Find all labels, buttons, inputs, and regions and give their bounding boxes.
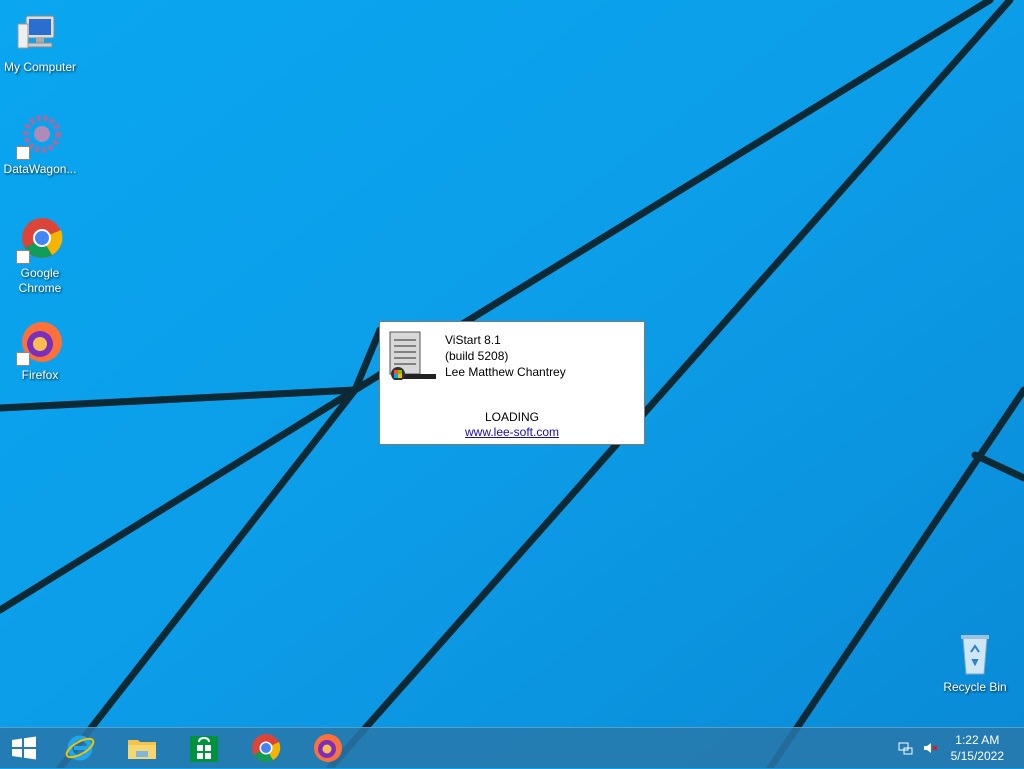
shortcut-arrow-icon — [16, 352, 30, 366]
desktop-icon-label-line2: Chrome — [18, 281, 62, 295]
desktop-icon-datawagon[interactable]: DataWagon... — [0, 112, 80, 177]
taskbar-firefox[interactable] — [312, 732, 344, 764]
computer-icon — [16, 10, 64, 58]
shortcut-arrow-icon — [16, 250, 30, 264]
desktop-icon-label: Recycle Bin — [943, 680, 1007, 694]
app-build: (build 5208) — [445, 349, 509, 363]
tray-network-icon[interactable] — [898, 740, 914, 756]
desktop-icon-my-computer[interactable]: My Computer — [0, 10, 80, 75]
desktop-icon-label: My Computer — [3, 60, 77, 74]
desktop-icon-label: DataWagon... — [3, 162, 77, 176]
vistart-loading-dialog: ViStart 8.1 (build 5208) Lee Matthew Cha… — [379, 321, 645, 445]
loading-status: LOADING — [484, 410, 539, 424]
firefox-icon — [16, 318, 64, 366]
clock-time: 1:22 AM — [955, 733, 1000, 747]
vistart-logo-icon — [388, 330, 438, 381]
folder-icon — [128, 740, 156, 759]
app-author: Lee Matthew Chantrey — [445, 365, 566, 379]
internet-explorer-icon — [65, 735, 95, 761]
datawagon-icon — [16, 112, 64, 160]
desktop-icon-firefox[interactable]: Firefox — [0, 318, 80, 383]
chrome-icon — [16, 216, 64, 264]
desktop-icon-label: Firefox — [21, 368, 59, 382]
shortcut-arrow-icon — [16, 146, 30, 160]
taskbar-windows-store[interactable] — [188, 732, 220, 764]
website-link[interactable]: www.lee-soft.com — [380, 425, 644, 439]
taskbar: 1:22 AM 5/15/2022 — [0, 727, 1024, 768]
start-button[interactable] — [8, 732, 40, 764]
taskbar-file-explorer[interactable] — [126, 732, 158, 764]
clock-date: 5/15/2022 — [950, 749, 1004, 763]
desktop-icon-google-chrome[interactable]: Google Chrome — [0, 216, 80, 296]
tray-volume-muted-icon[interactable] — [922, 740, 938, 756]
taskbar-clock[interactable]: 1:22 AM 5/15/2022 — [951, 732, 1004, 764]
taskbar-google-chrome[interactable] — [250, 732, 282, 764]
app-name: ViStart 8.1 — [445, 333, 501, 347]
vistart-info: ViStart 8.1 (build 5208) Lee Matthew Cha… — [445, 332, 566, 380]
windows-logo-icon — [12, 736, 36, 760]
firefox-icon — [314, 734, 342, 762]
desktop-icon-label-line1: Google — [20, 266, 60, 280]
store-icon — [190, 736, 218, 762]
recycle-bin-icon — [951, 630, 999, 678]
taskbar-internet-explorer[interactable] — [64, 732, 96, 764]
chrome-icon — [252, 734, 281, 762]
desktop-icon-recycle-bin[interactable]: Recycle Bin — [935, 630, 1015, 695]
